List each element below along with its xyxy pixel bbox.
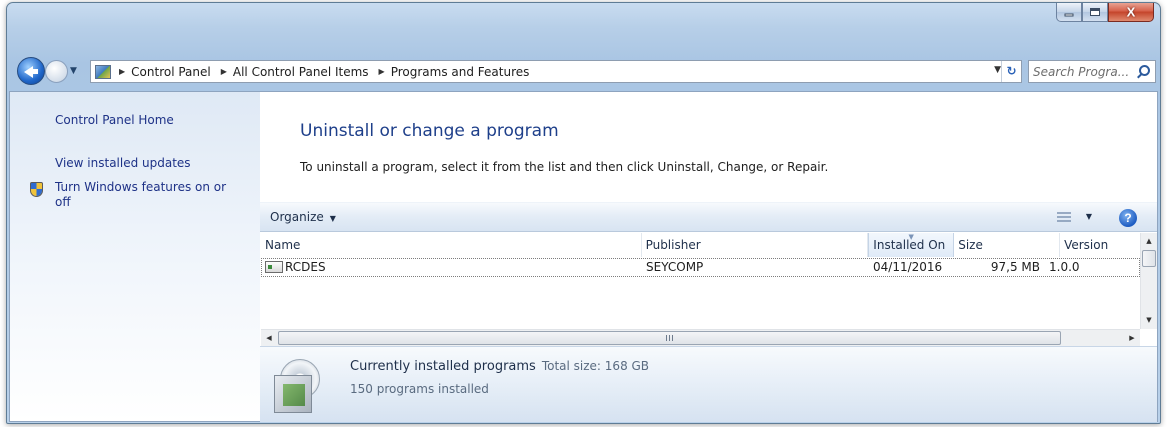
organize-button[interactable]: Organize ▼ xyxy=(270,210,336,224)
programs-count: 150 programs installed xyxy=(350,382,489,396)
command-toolbar: Organize ▼ ▼ ? xyxy=(260,202,1157,232)
column-header-installed-on[interactable]: ▼ Installed On xyxy=(868,233,955,257)
horizontal-scrollbar[interactable]: ◀ ▶ xyxy=(261,329,1140,346)
content-frame: Control Panel Home View installed update… xyxy=(9,91,1158,422)
back-button[interactable] xyxy=(17,57,45,85)
sidebar: Control Panel Home View installed update… xyxy=(10,92,260,421)
scroll-grip-icon xyxy=(665,335,674,341)
main-panel: Uninstall or change a program To uninsta… xyxy=(260,92,1157,422)
caption-buttons: X xyxy=(1056,3,1154,23)
help-icon[interactable]: ? xyxy=(1119,209,1137,227)
vertical-scrollbar[interactable]: ▲ ▼ xyxy=(1140,233,1157,329)
breadcrumb-control-panel[interactable]: ▶ Control Panel xyxy=(117,65,219,79)
column-header-publisher[interactable]: Publisher xyxy=(642,233,869,257)
address-dropdown-icon[interactable]: ▼ xyxy=(994,65,1001,75)
search-icon[interactable] xyxy=(1139,65,1150,76)
views-dropdown-icon[interactable]: ▼ xyxy=(1086,212,1092,221)
scroll-up-icon[interactable]: ▲ xyxy=(1141,233,1157,249)
views-icon[interactable] xyxy=(1057,212,1071,223)
column-header-name[interactable]: Name xyxy=(261,233,642,257)
forward-button[interactable] xyxy=(45,60,68,83)
details-title-text: Currently installed programs xyxy=(350,359,536,374)
maximize-icon xyxy=(1090,8,1100,16)
details-title: Currently installed programs Total size: … xyxy=(350,359,649,374)
sidebar-item-windows-features[interactable]: Turn Windows features on or off xyxy=(55,180,240,210)
breadcrumb-arrow-icon[interactable]: ▶ xyxy=(379,67,385,76)
close-icon: X xyxy=(1126,4,1136,20)
organize-label: Organize xyxy=(270,210,324,224)
programs-list: Name Publisher ▼ Installed On Size Versi… xyxy=(261,233,1157,346)
search-box[interactable] xyxy=(1028,60,1156,83)
program-icon xyxy=(265,261,283,273)
table-row[interactable]: RCDES SEYCOMP 04/11/2016 97,5 MB 1.0.0 xyxy=(261,258,1140,277)
navigation-bar: ▼ ▶ Control Panel ▶ All Control Panel It… xyxy=(7,57,1160,85)
breadcrumb-programs-and-features[interactable]: ▶ Programs and Features xyxy=(377,65,538,79)
search-input[interactable] xyxy=(1033,61,1133,82)
minimize-button[interactable] xyxy=(1056,3,1082,22)
horizontal-scroll-thumb[interactable] xyxy=(278,331,1061,345)
programs-and-features-window: X ▼ ▶ Control Panel ▶ All Control Panel … xyxy=(6,2,1161,424)
vertical-scroll-thumb[interactable] xyxy=(1142,250,1156,267)
shield-icon xyxy=(30,182,43,197)
page-description: To uninstall a program, select it from t… xyxy=(300,160,829,174)
column-header-version[interactable]: Version xyxy=(1060,233,1140,257)
cell-name: RCDES xyxy=(262,259,643,276)
chevron-down-icon: ▼ xyxy=(329,214,336,223)
scroll-right-icon[interactable]: ▶ xyxy=(1124,330,1140,346)
breadcrumb-all-items[interactable]: ▶ All Control Panel Items xyxy=(219,65,377,79)
refresh-icon[interactable]: ↻ xyxy=(1001,61,1021,82)
cell-installed-on: 04/11/2016 xyxy=(873,260,943,274)
details-pane: Currently installed programs Total size: … xyxy=(260,346,1157,422)
minimize-icon xyxy=(1064,13,1074,17)
breadcrumb-arrow-icon[interactable]: ▶ xyxy=(221,67,227,76)
maximize-button[interactable] xyxy=(1082,3,1108,22)
sidebar-item-control-panel-home[interactable]: Control Panel Home xyxy=(55,113,174,127)
address-bar[interactable]: ▶ Control Panel ▶ All Control Panel Item… xyxy=(90,60,1022,83)
cell-publisher: SEYCOMP xyxy=(646,260,704,274)
installer-box-icon xyxy=(274,359,322,413)
control-panel-icon xyxy=(95,64,111,79)
total-size-label: Total size: 168 GB xyxy=(541,359,650,373)
program-name: RCDES xyxy=(285,260,326,274)
close-button[interactable]: X xyxy=(1108,3,1154,22)
page-title: Uninstall or change a program xyxy=(300,121,559,141)
recent-pages-dropdown[interactable]: ▼ xyxy=(70,66,77,76)
breadcrumb-arrow-icon[interactable]: ▶ xyxy=(119,67,125,76)
scroll-left-icon[interactable]: ◀ xyxy=(261,330,277,346)
column-header-row: Name Publisher ▼ Installed On Size Versi… xyxy=(261,233,1140,257)
cell-version: 1.0.0 xyxy=(1049,260,1080,274)
sort-descending-icon: ▼ xyxy=(908,233,914,241)
column-header-size[interactable]: Size xyxy=(954,233,1061,257)
cell-size: 97,5 MB xyxy=(990,260,1040,274)
sidebar-item-view-installed-updates[interactable]: View installed updates xyxy=(55,156,191,170)
scroll-down-icon[interactable]: ▼ xyxy=(1141,312,1157,328)
